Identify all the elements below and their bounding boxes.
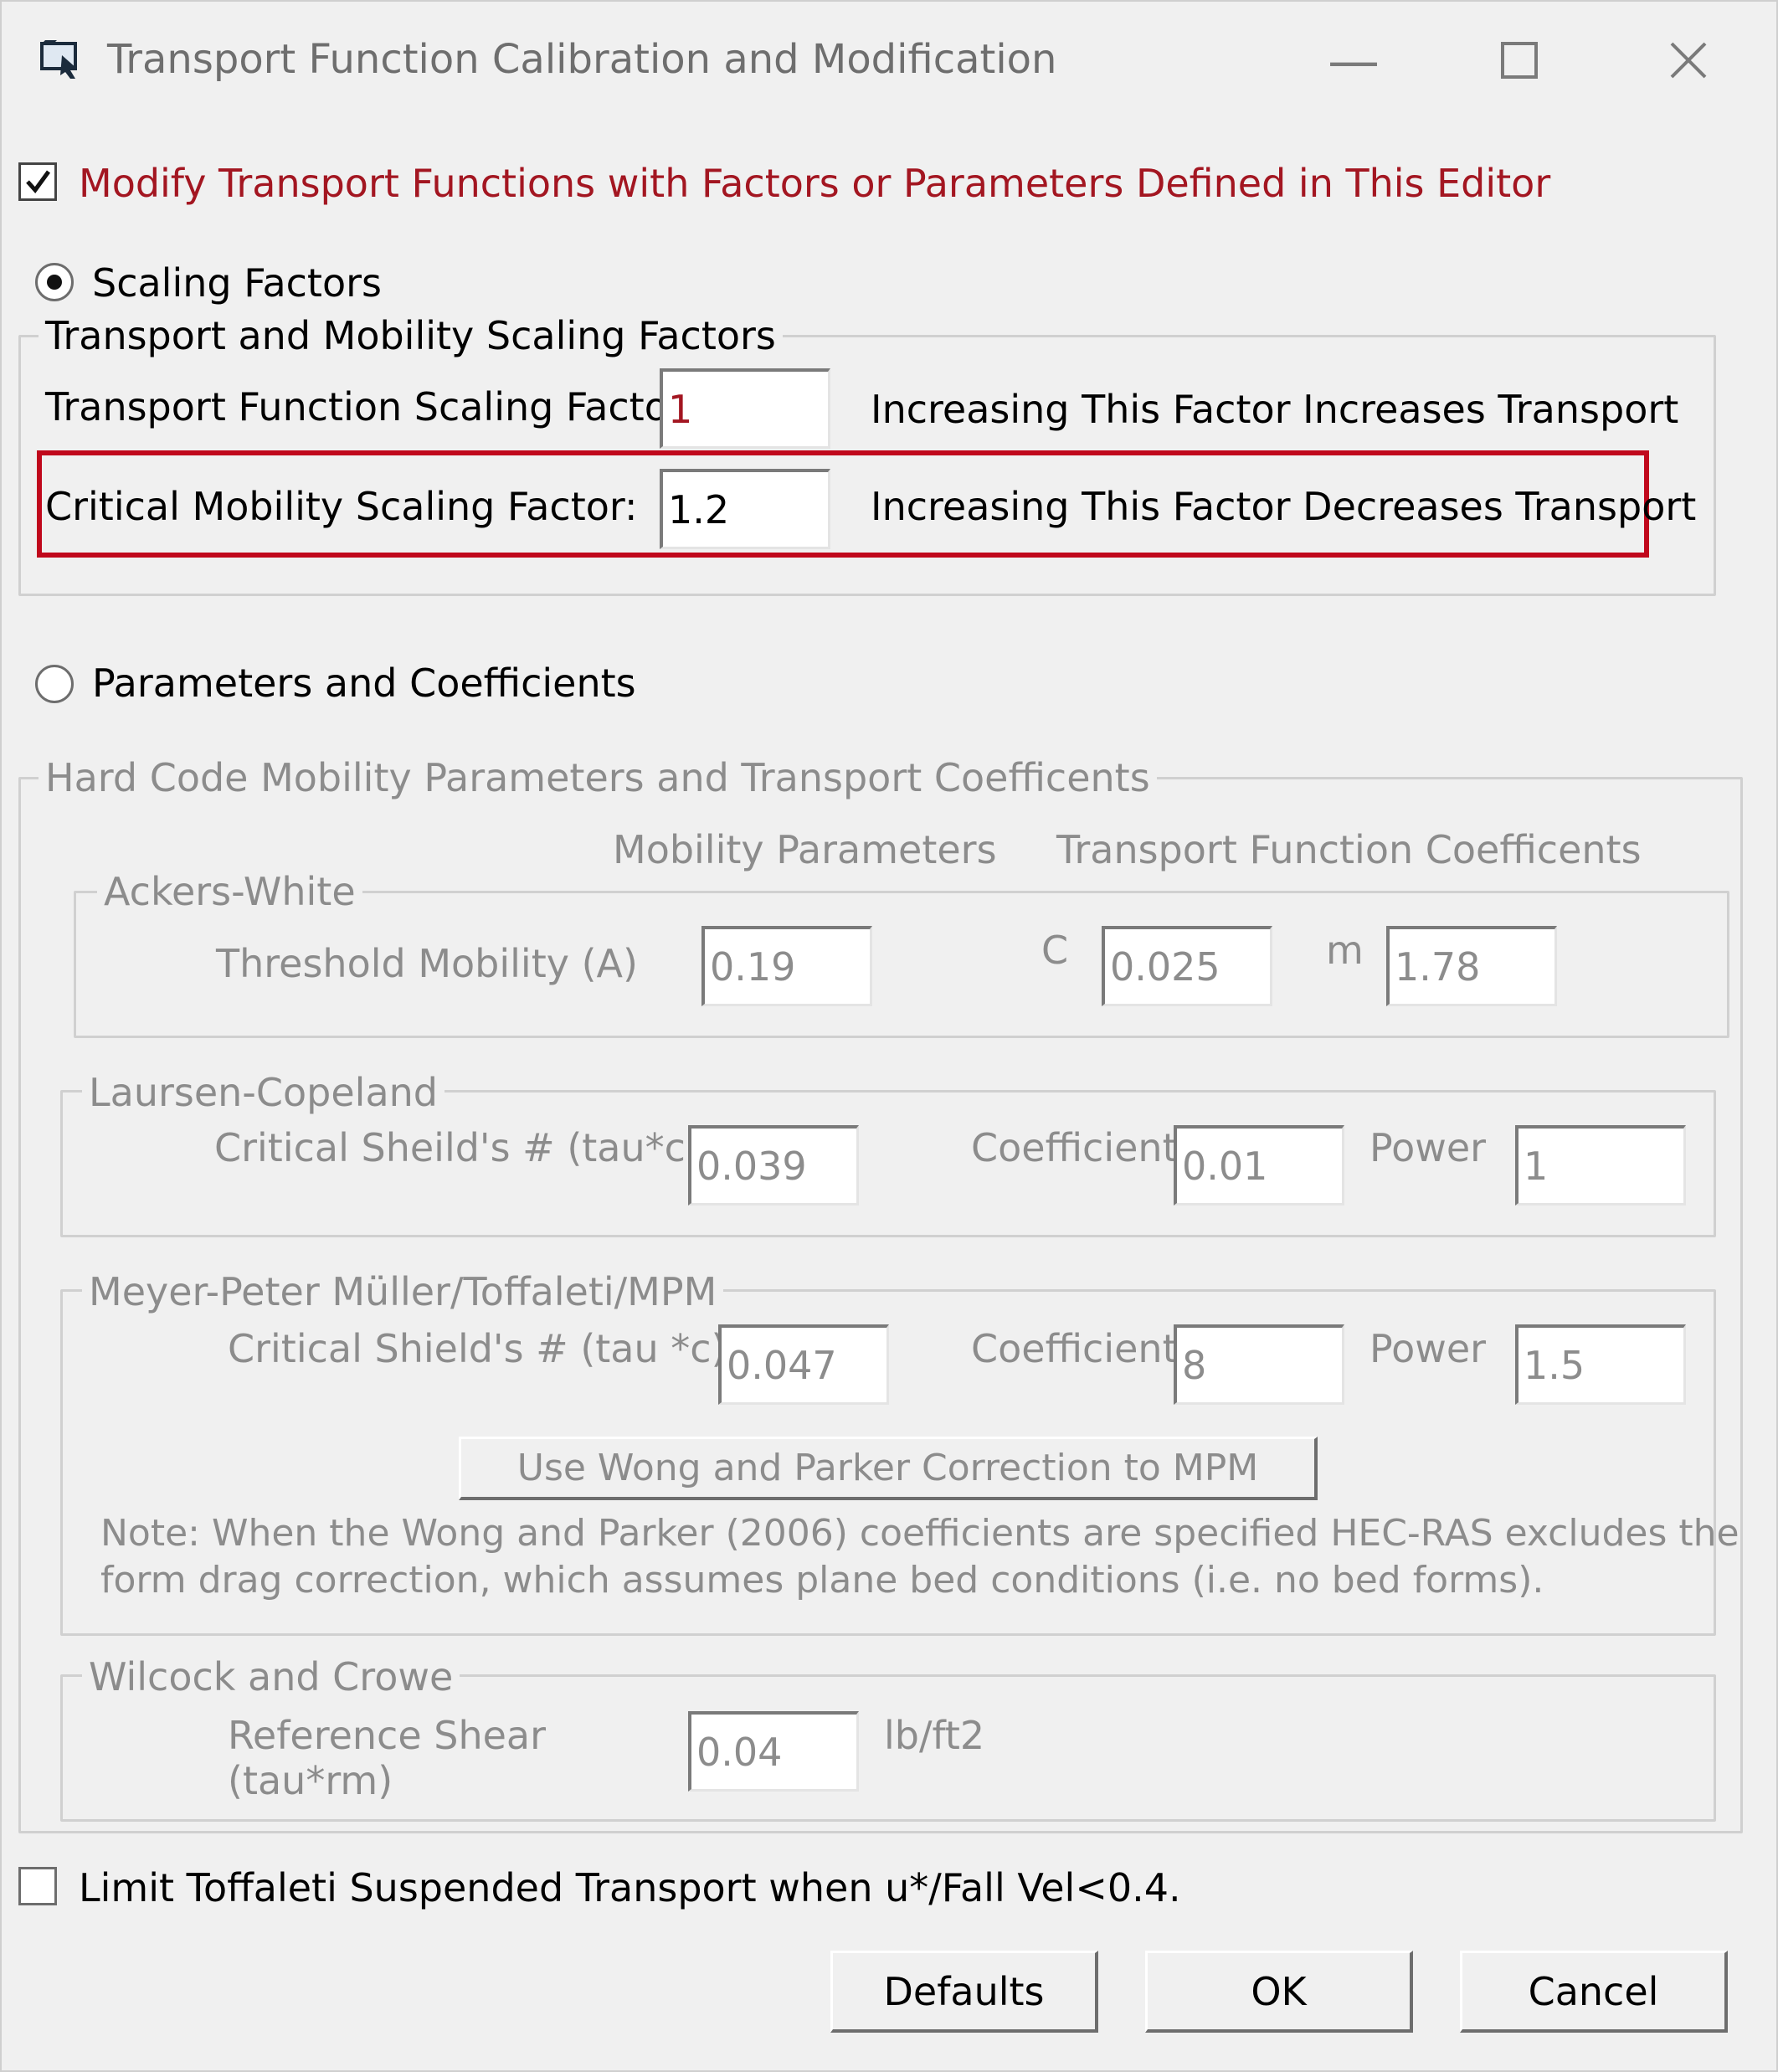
limit-toffaleti-label: Limit Toffaleti Suspended Transport when… — [79, 1865, 1181, 1910]
ackers-c-label: C — [1041, 928, 1069, 973]
critical-mobility-input[interactable] — [660, 469, 830, 549]
mpm-shields-label: Critical Shield's # (tau *c) — [228, 1326, 727, 1371]
laursen-shields-label: Critical Sheild's # (tau*c) — [214, 1125, 701, 1170]
hard-code-group-title: Hard Code Mobility Parameters and Transp… — [39, 758, 1157, 797]
ackers-m-label: m — [1326, 928, 1364, 973]
minimize-icon: — — [1328, 29, 1380, 91]
mpm-note-line2: form drag correction, which assumes plan… — [100, 1559, 1544, 1602]
reference-shear-sublabel: (tau*rm) — [228, 1758, 393, 1803]
close-button[interactable] — [1626, 18, 1751, 102]
mpm-coefficient-input[interactable] — [1174, 1324, 1344, 1405]
critical-mobility-note: Increasing This Factor Decreases Transpo… — [871, 484, 1697, 529]
laursen-power-input[interactable] — [1515, 1125, 1686, 1206]
parameters-coefficients-label: Parameters and Coefficients — [92, 661, 636, 706]
scaling-group-title: Transport and Mobility Scaling Factors — [39, 316, 783, 355]
app-icon — [40, 40, 77, 79]
window-title: Transport Function Calibration and Modif… — [107, 36, 1057, 83]
scaling-factors-radio[interactable] — [35, 263, 74, 301]
mpm-shields-input[interactable] — [718, 1324, 889, 1405]
parameters-coefficients-radio[interactable] — [35, 665, 74, 703]
wilcock-crowe-title: Wilcock and Crowe — [82, 1658, 460, 1696]
close-icon — [1670, 42, 1707, 79]
mpm-power-label: Power — [1369, 1326, 1487, 1371]
transport-factor-note: Increasing This Factor Increases Transpo… — [871, 387, 1679, 432]
laursen-coefficient-label: Coefficient — [971, 1125, 1178, 1170]
minimize-button[interactable]: — — [1291, 18, 1416, 102]
ackers-white-title: Ackers-White — [97, 872, 362, 911]
limit-toffaleti-checkbox[interactable] — [18, 1867, 57, 1905]
critical-mobility-label: Critical Mobility Scaling Factor: — [45, 484, 638, 529]
transport-factor-input[interactable] — [660, 368, 830, 449]
ok-button[interactable]: OK — [1145, 1951, 1413, 2033]
mpm-note-line1: Note: When the Wong and Parker (2006) co… — [100, 1512, 1739, 1555]
mpm-coefficient-label: Coefficient — [971, 1326, 1178, 1371]
scaling-factors-label: Scaling Factors — [92, 260, 382, 306]
laursen-shields-input[interactable] — [688, 1125, 859, 1206]
title-bar[interactable]: Transport Function Calibration and Modif… — [2, 2, 1776, 112]
reference-shear-label: Reference Shear — [228, 1713, 547, 1758]
ackers-m-input[interactable] — [1386, 926, 1557, 1006]
mpm-power-input[interactable] — [1515, 1324, 1686, 1405]
threshold-mobility-input[interactable] — [701, 926, 872, 1006]
maximize-icon — [1501, 42, 1538, 79]
modify-transport-label: Modify Transport Functions with Factors … — [79, 161, 1551, 206]
reference-shear-input[interactable] — [688, 1711, 859, 1792]
mpm-title: Meyer-Peter Müller/Toffaleti/MPM — [82, 1273, 724, 1311]
checkmark-icon — [26, 170, 51, 193]
transport-factor-label: Transport Function Scaling Factor: — [45, 384, 696, 429]
wong-parker-button[interactable]: Use Wong and Parker Correction to MPM — [459, 1437, 1318, 1500]
laursen-copeland-title: Laursen-Copeland — [82, 1073, 444, 1112]
threshold-mobility-label: Threshold Mobility (A) — [216, 941, 638, 986]
laursen-power-label: Power — [1369, 1125, 1487, 1170]
defaults-button[interactable]: Defaults — [830, 1951, 1098, 2033]
reference-shear-unit: lb/ft2 — [884, 1713, 985, 1758]
ackers-c-input[interactable] — [1102, 926, 1272, 1006]
laursen-coefficient-input[interactable] — [1174, 1125, 1344, 1206]
transport-coefficients-header: Transport Function Coefficents — [1056, 827, 1642, 872]
mobility-parameters-header: Mobility Parameters — [613, 827, 997, 872]
maximize-button[interactable] — [1457, 18, 1582, 102]
cancel-button[interactable]: Cancel — [1460, 1951, 1728, 2033]
modify-transport-checkbox[interactable] — [18, 162, 57, 201]
